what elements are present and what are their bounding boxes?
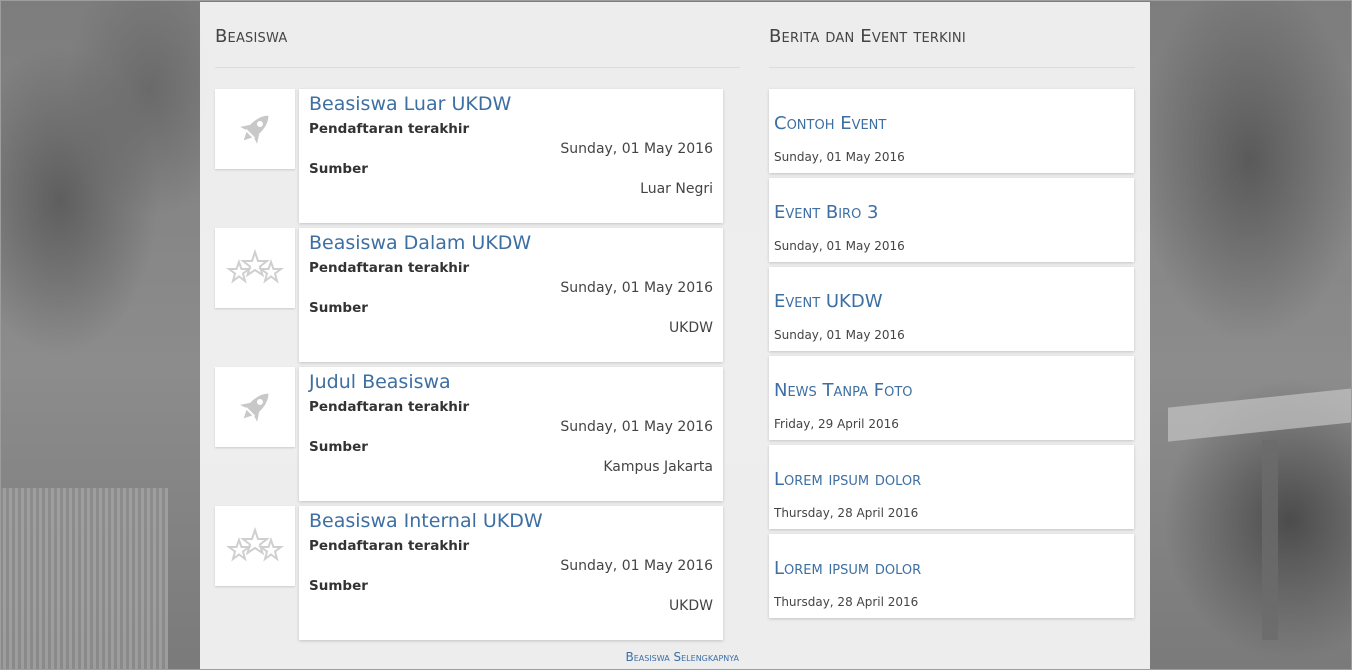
deadline-label: Pendaftaran terakhir [309,538,470,554]
news-section-title: Berita dan Event terkini [769,26,966,47]
scholarship-item: Beasiswa Luar UKDW Pendaftaran terakhir … [215,89,725,223]
divider [769,67,1135,68]
news-item: Event Biro 3 Sunday, 01 May 2016 [769,178,1134,262]
scholarship-thumbnail[interactable] [215,506,295,586]
scholarship-card: Beasiswa Internal UKDW Pendaftaran terak… [299,506,723,640]
source-label: Sumber [309,439,368,455]
news-item: Lorem ipsum dolor Thursday, 28 April 201… [769,534,1134,618]
source-value: Kampus Jakarta [603,459,713,475]
rocket-icon [240,393,269,422]
scholarship-item: Beasiswa Dalam UKDW Pendaftaran terakhir… [215,228,725,362]
stars-icon [226,248,284,284]
source-label: Sumber [309,578,368,594]
news-date: Sunday, 01 May 2016 [774,239,905,253]
scholarship-section-title: Beasiswa [215,26,288,47]
news-item: Event UKDW Sunday, 01 May 2016 [769,267,1134,351]
scholarship-card: Beasiswa Dalam UKDW Pendaftaran terakhir… [299,228,723,362]
scholarship-title-link[interactable]: Beasiswa Dalam UKDW [309,232,531,254]
source-label: Sumber [309,161,368,177]
deadline-date: Sunday, 01 May 2016 [560,141,713,157]
news-item: News Tanpa Foto Friday, 29 April 2016 [769,356,1134,440]
deadline-date: Sunday, 01 May 2016 [560,419,713,435]
scholarship-title-link[interactable]: Beasiswa Internal UKDW [309,510,543,532]
scholarship-title-link[interactable]: Beasiswa Luar UKDW [309,93,511,115]
news-date: Sunday, 01 May 2016 [774,150,905,164]
source-value: UKDW [668,598,713,614]
scholarship-item: Beasiswa Internal UKDW Pendaftaran terak… [215,506,725,640]
scholarship-title-link[interactable]: Judul Beasiswa [309,371,451,393]
news-title-link[interactable]: News Tanpa Foto [774,380,913,401]
news-title-link[interactable]: Contoh Event [774,113,886,134]
scholarship-card: Beasiswa Luar UKDW Pendaftaran terakhir … [299,89,723,223]
news-item: Contoh Event Sunday, 01 May 2016 [769,89,1134,173]
background-post [1262,440,1278,640]
scholarship-thumbnail[interactable] [215,228,295,308]
news-date: Sunday, 01 May 2016 [774,328,905,342]
stars-icon [226,526,284,562]
news-date: Thursday, 28 April 2016 [774,595,919,609]
deadline-label: Pendaftaran terakhir [309,121,470,137]
deadline-label: Pendaftaran terakhir [309,399,470,415]
news-title-link[interactable]: Lorem ipsum dolor [774,558,921,579]
rocket-icon [240,115,269,144]
source-value: Luar Negri [640,181,713,197]
scholarship-thumbnail[interactable] [215,89,295,169]
content-panel: Beasiswa Berita dan Event terkini Beasis… [200,2,1150,670]
news-title-link[interactable]: Event Biro 3 [774,202,879,223]
divider [215,67,740,68]
scholarship-thumbnail[interactable] [215,367,295,447]
background-fence [0,488,168,670]
news-title-link[interactable]: Event UKDW [774,291,883,312]
news-item: Lorem ipsum dolor Thursday, 28 April 201… [769,445,1134,529]
scholarship-card: Judul Beasiswa Pendaftaran terakhir Sund… [299,367,723,501]
news-date: Friday, 29 April 2016 [774,417,899,431]
source-label: Sumber [309,300,368,316]
more-scholarships-link[interactable]: Beasiswa Selengkapnya [625,650,739,664]
deadline-date: Sunday, 01 May 2016 [560,280,713,296]
news-date: Thursday, 28 April 2016 [774,506,919,520]
scholarship-item: Judul Beasiswa Pendaftaran terakhir Sund… [215,367,725,501]
deadline-label: Pendaftaran terakhir [309,260,470,276]
source-value: UKDW [668,320,713,336]
deadline-date: Sunday, 01 May 2016 [560,558,713,574]
news-title-link[interactable]: Lorem ipsum dolor [774,469,921,490]
